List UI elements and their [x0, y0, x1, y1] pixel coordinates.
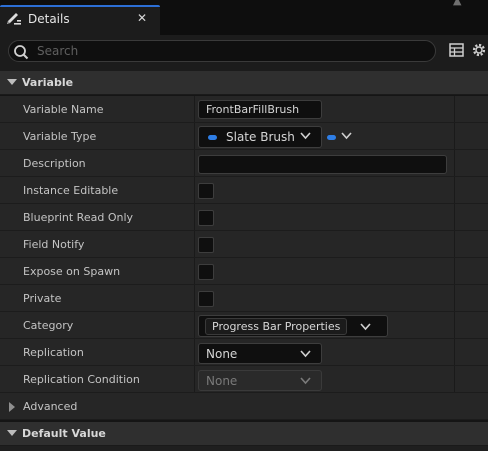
row-label: Instance Editable [23, 184, 119, 197]
replication-value: None [206, 347, 238, 361]
panel-bottom [0, 446, 488, 451]
close-icon[interactable]: ✕ [137, 11, 147, 25]
type-pill-icon [208, 135, 217, 140]
row-expose-on-spawn: Expose on Spawn [0, 258, 488, 285]
column-divider [454, 177, 455, 203]
grid-view-icon[interactable] [449, 43, 464, 57]
gear-icon[interactable] [471, 42, 487, 58]
advanced-label: Advanced [23, 400, 78, 413]
tab-title: Details [28, 12, 70, 26]
expose-on-spawn-checkbox[interactable] [198, 264, 214, 280]
chevron-down-icon [341, 132, 352, 140]
column-divider [194, 312, 195, 338]
row-label: Blueprint Read Only [23, 211, 134, 224]
instance-editable-checkbox[interactable] [198, 183, 214, 199]
row-description: Description [0, 150, 488, 177]
chevron-down-icon [7, 79, 17, 85]
section-variable[interactable]: Variable [0, 71, 488, 95]
chevron-down-icon [300, 377, 311, 385]
search-icon [13, 44, 29, 60]
row-label: Variable Type [23, 130, 97, 143]
container-type-dropdown[interactable] [325, 129, 355, 145]
column-divider [194, 123, 195, 149]
column-divider [194, 366, 195, 392]
column-divider [454, 366, 455, 392]
row-label: Private [23, 292, 62, 305]
column-divider [194, 96, 195, 122]
description-field[interactable] [198, 155, 447, 174]
column-divider [454, 150, 455, 176]
row-blueprint-read-only: Blueprint Read Only [0, 204, 488, 231]
corner-icon: ▲ [453, 0, 462, 7]
row-category: Category Progress Bar Properties [0, 312, 488, 339]
column-divider [194, 285, 195, 311]
tab-bar: Details ✕ ▲ [0, 0, 488, 35]
variable-type-value: Slate Brush [226, 130, 295, 144]
advanced-expander[interactable]: Advanced [0, 393, 488, 420]
variable-name-value: FrontBarFillBrush [206, 103, 300, 116]
row-variable-name: Variable Name FrontBarFillBrush [0, 96, 488, 123]
section-title: Variable [22, 76, 74, 89]
row-replication: Replication None [0, 339, 488, 366]
section-title: Default Value [22, 427, 106, 440]
row-field-notify: Field Notify [0, 231, 488, 258]
tab-accent [0, 5, 160, 7]
column-divider [454, 258, 455, 284]
category-text-field[interactable]: Progress Bar Properties [205, 318, 348, 335]
column-divider [454, 231, 455, 257]
field-notify-checkbox[interactable] [198, 237, 214, 253]
chevron-down-icon [7, 430, 17, 436]
row-replication-condition: Replication Condition None [0, 366, 488, 393]
column-divider [194, 204, 195, 230]
row-label: Field Notify [23, 238, 85, 251]
row-private: Private [0, 285, 488, 312]
row-label: Replication [23, 346, 84, 359]
column-divider [454, 96, 455, 122]
search-input[interactable] [37, 43, 417, 59]
section-default-value[interactable]: Default Value [0, 422, 488, 446]
row-variable-type: Variable Type Slate Brush [0, 123, 488, 150]
chevron-down-icon[interactable] [360, 323, 371, 331]
row-label: Replication Condition [23, 373, 140, 386]
column-divider [454, 204, 455, 230]
column-divider [454, 285, 455, 311]
search-row [0, 35, 488, 71]
column-divider [454, 339, 455, 365]
container-pill-icon [327, 135, 336, 140]
chevron-down-icon [300, 132, 311, 140]
variable-type-dropdown[interactable]: Slate Brush [198, 126, 322, 148]
blueprint-read-only-checkbox[interactable] [198, 210, 214, 226]
details-pencil-icon [5, 11, 23, 27]
category-value: Progress Bar Properties [212, 320, 341, 333]
column-divider [194, 150, 195, 176]
row-instance-editable: Instance Editable [0, 177, 488, 204]
row-label: Category [23, 319, 74, 332]
replication-condition-value: None [206, 374, 238, 388]
category-combo[interactable]: Progress Bar Properties [198, 315, 388, 337]
private-checkbox[interactable] [198, 291, 214, 307]
row-label: Expose on Spawn [23, 265, 121, 278]
column-divider [454, 123, 455, 149]
column-divider [194, 339, 195, 365]
column-divider [194, 177, 195, 203]
variable-name-field[interactable]: FrontBarFillBrush [198, 100, 322, 119]
column-divider [454, 312, 455, 338]
chevron-right-icon [9, 402, 15, 412]
row-label: Variable Name [23, 103, 104, 116]
chevron-down-icon [300, 350, 311, 358]
column-divider [194, 258, 195, 284]
details-tab[interactable]: Details ✕ [0, 5, 160, 35]
column-divider [194, 231, 195, 257]
replication-condition-dropdown[interactable]: None [198, 370, 322, 391]
search-box[interactable] [8, 40, 436, 62]
replication-dropdown[interactable]: None [198, 343, 322, 364]
row-label: Description [23, 157, 86, 170]
